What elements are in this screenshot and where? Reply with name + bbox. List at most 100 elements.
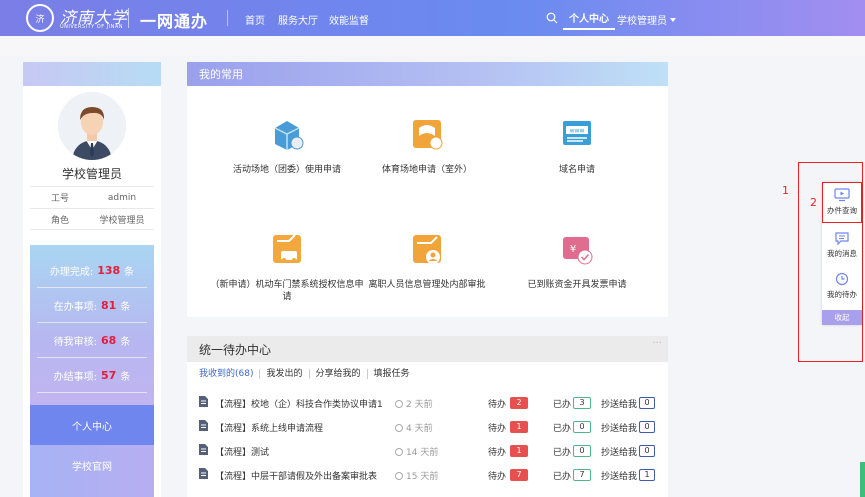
todo-item-time: 2 天前 (395, 397, 433, 410)
stat-count: 57 (101, 368, 117, 382)
todo-item-time: 15 天前 (395, 469, 438, 482)
float-item-label: 我的消息 (827, 249, 857, 258)
favorites-title: 我的常用 (187, 62, 668, 86)
done-label: 已办 (553, 472, 572, 482)
favorite-item[interactable]: 体育场地申请（室外） (347, 116, 507, 176)
favorite-item[interactable]: 离职人员信息管理处内部审批 (347, 231, 507, 291)
done-label: 已办 (553, 448, 572, 458)
done-count[interactable]: 0 (573, 445, 591, 457)
sidebar-item-school-website[interactable]: 学校官网 (30, 445, 154, 485)
float-item-label: 我的待办 (827, 290, 857, 299)
favorites-grid: 活动场地（团委）使用申请 体育场地申请（室外） www 域名申请 （新申请）机动… (187, 86, 668, 316)
stadium-icon (413, 120, 443, 150)
todo-panel: 统一待办中心 ··· 我收到的(68) 我发出的 分享给我的 填报任务 【流程】… (187, 336, 668, 497)
table-row[interactable]: 【流程】系统上线申请流程 4 天前 待办 1 已办 0 抄送给我 0 (187, 415, 668, 439)
cc-label: 抄送给我 (601, 472, 638, 482)
time-text: 2 天前 (406, 400, 433, 410)
info-row-role: 角色 学校管理员 (30, 208, 154, 230)
nav-efficiency-supervision[interactable]: 效能监督 (329, 12, 369, 27)
pending-count[interactable]: 1 (510, 421, 528, 433)
system-title: 一网通办 (140, 12, 209, 31)
table-row[interactable]: 【流程】中层干部请假及外出备案审批表 15 天前 待办 7 已办 7 抄送给我 … (187, 463, 668, 487)
stat-count: 138 (97, 263, 121, 277)
cc-count[interactable]: 0 (639, 445, 655, 457)
nav-service-hall[interactable]: 服务大厅 (278, 12, 318, 27)
document-icon (199, 444, 208, 455)
stat-unit: 条 (120, 301, 131, 313)
cc-label: 抄送给我 (601, 448, 638, 458)
user-menu[interactable]: 学校管理员 (617, 12, 676, 27)
tab-shared[interactable]: 分享给我的 (316, 369, 368, 379)
todo-item-title[interactable]: 【流程】校地（企）科技合作类协议申请1 (215, 397, 383, 410)
sidebar-item-personal-center[interactable]: 个人中心 (30, 405, 154, 445)
sidebar-top-band (23, 62, 161, 86)
done-count[interactable]: 0 (573, 421, 591, 433)
table-row[interactable]: 【流程】测试 14 天前 待办 1 已办 0 抄送给我 0 (187, 439, 668, 463)
todo-item-time: 4 天前 (395, 421, 433, 434)
pending-label: 待办 (488, 400, 507, 410)
sidebar-item-partial[interactable] (30, 485, 154, 497)
more-dots-icon[interactable]: ··· (652, 338, 662, 349)
info-value: 学校管理员 (99, 215, 145, 226)
clock-icon (395, 424, 403, 432)
www-icon: www (563, 121, 591, 145)
annotation-label-1: 1 (782, 184, 789, 197)
search-icon[interactable] (546, 12, 558, 24)
pending-count[interactable]: 2 (510, 397, 528, 409)
favorite-label: （新申请）机动车门禁系统授权信息申请 (210, 280, 364, 302)
stat-completed[interactable]: 办理完成: 138 条 (37, 253, 147, 288)
favorite-label: 已到账资金开具发票申请 (527, 280, 627, 290)
float-item-my-todo[interactable]: 我的待办 (822, 268, 862, 306)
done-label: 已办 (553, 424, 572, 434)
cc-count[interactable]: 0 (639, 421, 655, 433)
user-menu-label: 学校管理员 (617, 16, 667, 27)
todo-item-title[interactable]: 【流程】测试 (215, 445, 269, 458)
stat-unit: 条 (124, 266, 135, 278)
user-avatar-icon (58, 92, 126, 160)
clock-icon (395, 400, 403, 408)
time-text: 4 天前 (406, 424, 433, 434)
done-label: 已办 (553, 400, 572, 410)
clock-icon (395, 448, 403, 456)
car-icon (273, 234, 301, 263)
favorite-item[interactable]: 活动场地（团委）使用申请 (207, 116, 367, 176)
cc-label: 抄送给我 (601, 424, 638, 434)
done-count[interactable]: 7 (573, 469, 591, 481)
tab-fill-tasks[interactable]: 填报任务 (374, 369, 416, 379)
cc-count[interactable]: 0 (639, 397, 655, 409)
annotation-box-inner (822, 182, 862, 223)
university-seal-icon: 济 (26, 4, 54, 32)
info-key: 角色 (50, 215, 69, 226)
todo-tabs: 我收到的(68) 我发出的 分享给我的 填报任务 (187, 362, 668, 386)
tab-received[interactable]: 我收到的(68) (199, 369, 261, 379)
stat-label: 办结事项: (53, 371, 98, 383)
favorite-item[interactable]: ¥ 已到账资金开具发票申请 (497, 231, 657, 291)
time-text: 14 天前 (406, 448, 439, 458)
todo-item-title[interactable]: 【流程】中层干部请假及外出备案审批表 (215, 469, 377, 482)
cc-count[interactable]: 1 (639, 469, 655, 481)
float-item-messages[interactable]: 我的消息 (822, 227, 862, 265)
svg-text:www: www (570, 128, 585, 135)
pending-count[interactable]: 1 (510, 445, 528, 457)
table-row[interactable]: 【流程】校地（企）科技合作类协议申请1 2 天前 待办 2 已办 3 抄送给我 … (187, 391, 668, 415)
cc-label: 抄送给我 (601, 400, 638, 410)
message-icon (835, 232, 849, 245)
info-key: 工号 (50, 194, 69, 204)
todo-item-title[interactable]: 【流程】系统上线申请流程 (215, 421, 323, 434)
stat-closed[interactable]: 办结事项: 57 条 (37, 358, 147, 393)
tab-sent[interactable]: 我发出的 (266, 369, 310, 379)
favorite-item[interactable]: www 域名申请 (497, 116, 657, 176)
todo-title-bar: 统一待办中心 ··· (187, 336, 668, 362)
nav-personal-center[interactable]: 个人中心 (563, 6, 615, 30)
collapse-button[interactable]: 收起 (822, 310, 862, 325)
favorite-label: 活动场地（团委）使用申请 (232, 165, 341, 175)
stat-awaiting-review[interactable]: 待我审核: 68 条 (37, 323, 147, 358)
stat-in-progress[interactable]: 在办事项: 81 条 (37, 288, 147, 323)
nav-home[interactable]: 首页 (245, 12, 265, 27)
favorite-item[interactable]: （新申请）机动车门禁系统授权信息申请 (207, 231, 367, 303)
done-count[interactable]: 3 (573, 397, 591, 409)
favorite-label: 离职人员信息管理处内部审批 (368, 280, 486, 290)
stat-unit: 条 (120, 371, 131, 383)
person-icon (413, 235, 441, 264)
pending-count[interactable]: 7 (510, 469, 528, 481)
